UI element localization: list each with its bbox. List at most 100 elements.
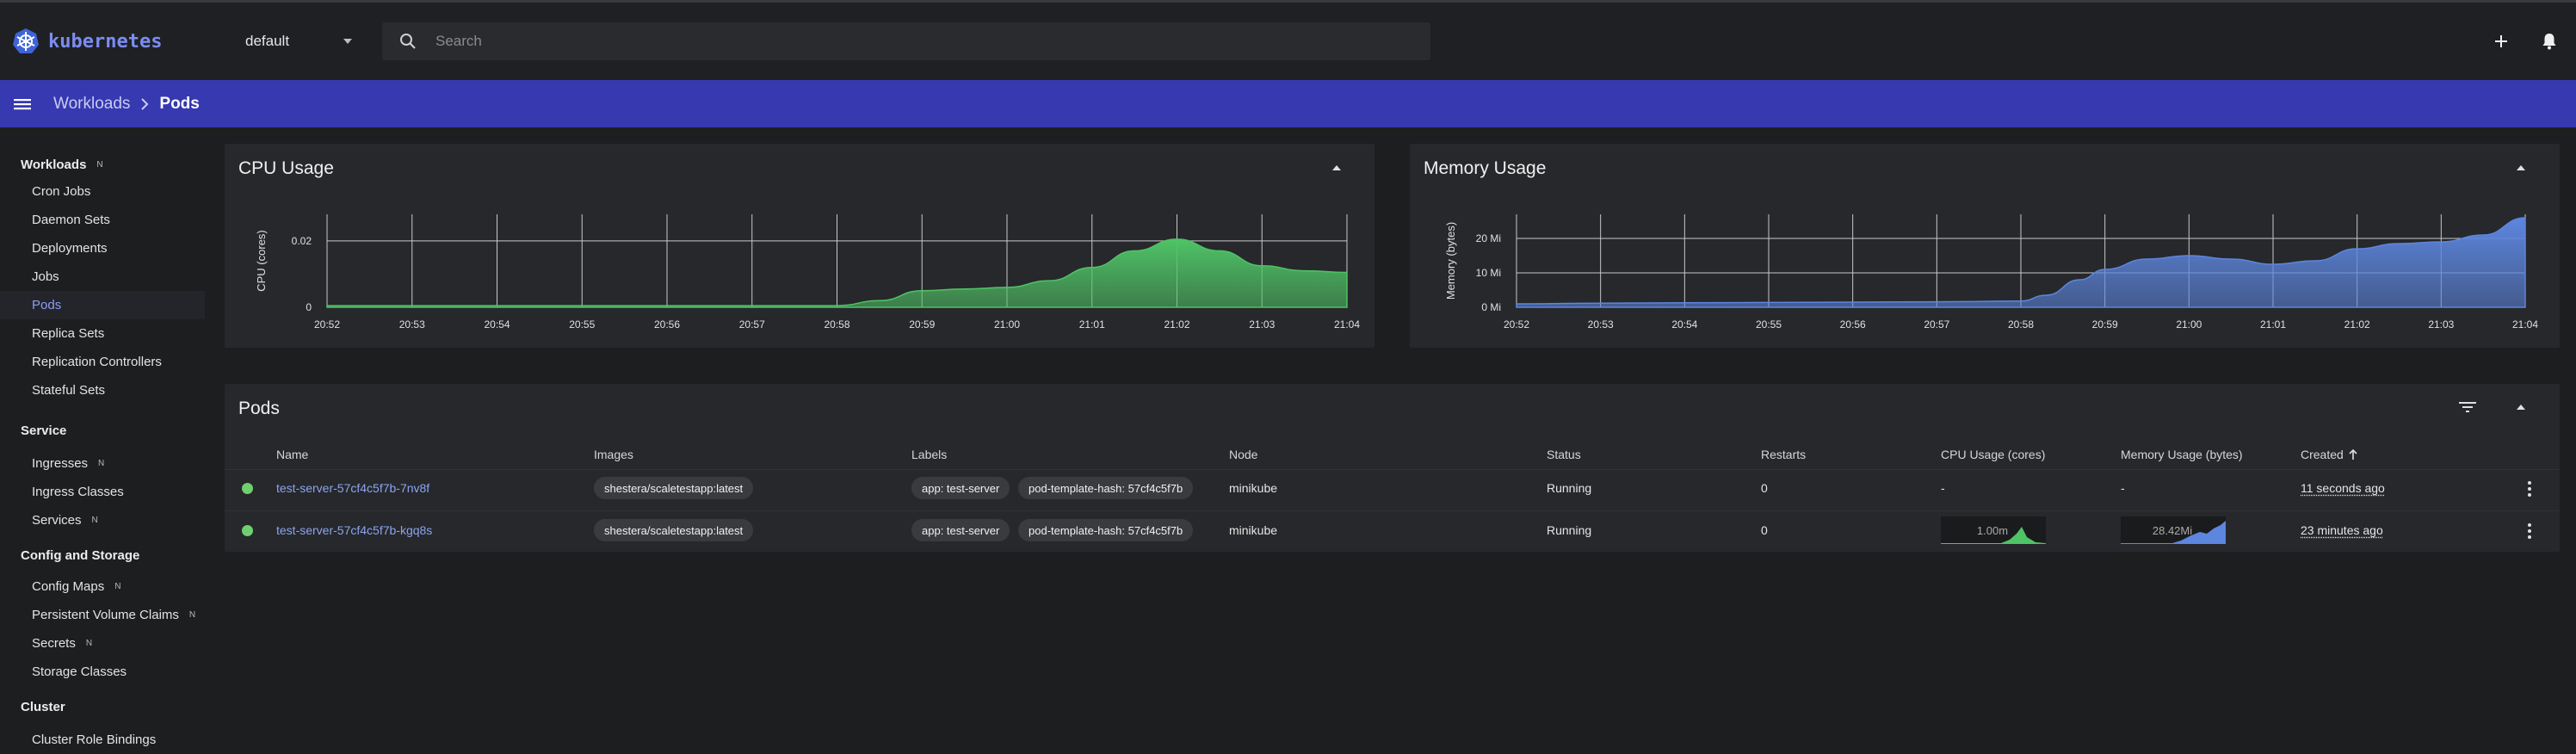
label-chip: pod-template-hash: 57cf4c5f7b: [1018, 519, 1193, 541]
column-header-node[interactable]: Node: [1229, 448, 1257, 461]
sidebar-item-deployments[interactable]: Deployments: [0, 234, 205, 263]
column-header-restarts[interactable]: Restarts: [1761, 448, 1806, 461]
y-tick-label: 20 Mi: [1476, 232, 1501, 244]
sidebar-item-label: Cluster Role Bindings: [32, 732, 156, 747]
cpu-usage-card: CPU Usage 20:5220:5320:5420:5520:5620:57…: [225, 144, 1374, 348]
memory-sparkline-label: 28.42Mi: [2153, 524, 2192, 537]
x-tick-label: 20:59: [909, 318, 935, 331]
new-badge: N: [86, 639, 92, 648]
namespace-value: default: [245, 33, 289, 50]
x-tick-label: 21:03: [2428, 318, 2454, 331]
x-tick-label: 20:57: [1924, 318, 1949, 331]
sidebar-item-label: Cron Jobs: [32, 184, 90, 199]
sort-ascending-icon: [2349, 449, 2357, 460]
x-tick-label: 20:59: [2092, 318, 2118, 331]
add-icon[interactable]: [2493, 34, 2509, 49]
x-tick-label: 20:52: [1504, 318, 1529, 331]
sidebar-item-label: Daemon Sets: [32, 213, 110, 227]
x-tick-label: 20:54: [484, 318, 510, 331]
new-badge: N: [114, 582, 120, 591]
sidebar-item-jobs[interactable]: Jobs: [0, 263, 205, 291]
cpu-usage-chart: 20:5220:5320:5420:5520:5620:5720:5820:59…: [225, 144, 1374, 348]
new-badge: N: [98, 459, 104, 468]
sidebar-item-cron-jobs[interactable]: Cron Jobs: [0, 177, 205, 206]
y-tick-label: 10 Mi: [1476, 267, 1501, 279]
breadcrumb-workloads[interactable]: Workloads: [53, 95, 130, 114]
sidebar-item-label: Ingress Classes: [32, 485, 124, 499]
cpu-usage-value: -: [1941, 481, 1945, 495]
row-actions-kebab-icon[interactable]: [2528, 523, 2531, 539]
logo[interactable]: kubernetes: [12, 28, 232, 55]
sidebar-item-cluster-role-bindings[interactable]: Cluster Role Bindings: [0, 726, 205, 754]
sidebar-item-services[interactable]: ServicesN: [0, 506, 205, 535]
sidebar-item-pods[interactable]: Pods: [0, 291, 205, 319]
sidebar-item-replication-controllers[interactable]: Replication Controllers: [0, 348, 205, 376]
sidebar-section-config-and-storage[interactable]: Config and Storage: [21, 548, 139, 563]
column-header-name[interactable]: Name: [276, 448, 308, 461]
y-tick-label: 0: [306, 301, 312, 313]
column-header-created[interactable]: Created: [2301, 448, 2357, 461]
pods-card-title: Pods: [238, 399, 280, 419]
x-tick-label: 20:57: [739, 318, 765, 331]
sidebar-item-daemon-sets[interactable]: Daemon Sets: [0, 206, 205, 234]
dropdown-arrow-icon: [343, 38, 353, 45]
sidebar-item-label: Services: [32, 513, 82, 528]
new-badge: N: [96, 160, 102, 170]
node-value[interactable]: minikube: [1229, 523, 1277, 537]
search-bar[interactable]: [382, 22, 1430, 60]
x-tick-label: 21:01: [2260, 318, 2286, 331]
sidebar-section-cluster[interactable]: Cluster: [21, 700, 65, 714]
column-header-labels: Labels: [911, 448, 947, 461]
sidebar-item-persistent-volume-claims[interactable]: Persistent Volume ClaimsN: [0, 601, 205, 629]
row-actions-kebab-icon[interactable]: [2528, 481, 2531, 497]
x-tick-label: 21:01: [1079, 318, 1105, 331]
sidebar-item-label: Storage Classes: [32, 664, 127, 679]
section-label: Cluster: [21, 700, 65, 714]
filter-icon[interactable]: [2459, 401, 2476, 413]
x-tick-label: 21:03: [1249, 318, 1275, 331]
restarts-value: 0: [1761, 523, 1768, 537]
pod-name-link[interactable]: test-server-57cf4c5f7b-7nv8f: [276, 481, 429, 495]
section-label: Workloads: [21, 158, 86, 172]
sidebar-item-replica-sets[interactable]: Replica Sets: [0, 319, 205, 348]
sidebar-item-label: Secrets: [32, 636, 76, 651]
sidebar-item-label: Ingresses: [32, 456, 88, 471]
sidebar-item-label: Pods: [32, 298, 61, 312]
y-tick-label: 0 Mi: [1481, 301, 1501, 313]
x-tick-label: 20:56: [1840, 318, 1866, 331]
sidebar-item-stateful-sets[interactable]: Stateful Sets: [0, 376, 205, 405]
sidebar-section-workloads[interactable]: Workloads N: [21, 158, 103, 172]
pod-name-link[interactable]: test-server-57cf4c5f7b-kgq8s: [276, 523, 432, 537]
column-header-created-label: Created: [2301, 448, 2344, 461]
sidebar-item-label: Jobs: [32, 269, 59, 284]
namespace-select[interactable]: default: [232, 22, 365, 60]
x-tick-label: 20:52: [314, 318, 340, 331]
sidebar-item-storage-classes[interactable]: Storage Classes: [0, 658, 205, 686]
status-value: Running: [1547, 523, 1591, 537]
collapse-caret-icon[interactable]: [2517, 405, 2525, 410]
sidebar-item-label: Replica Sets: [32, 326, 104, 341]
column-header-status[interactable]: Status: [1547, 448, 1581, 461]
breadcrumb-pods: Pods: [159, 95, 199, 114]
sidebar: Workloads N Cron Jobs Daemon Sets Deploym…: [0, 127, 205, 752]
sidebar-item-label: Deployments: [32, 241, 108, 256]
sidebar-item-ingress-classes[interactable]: Ingress Classes: [0, 478, 205, 506]
menu-hamburger-icon[interactable]: [14, 97, 31, 111]
sidebar-section-service[interactable]: Service: [21, 423, 66, 438]
cpu-sparkline-label: 1.00m: [1977, 524, 2008, 537]
notifications-bell-icon[interactable]: [2542, 33, 2557, 50]
sidebar-item-config-maps[interactable]: Config MapsN: [0, 572, 205, 601]
node-value[interactable]: minikube: [1229, 481, 1277, 495]
sidebar-item-ingresses[interactable]: Ingresses N: [0, 449, 205, 478]
pods-table-card: Pods Name Images Labels Node Status Rest…: [225, 384, 2560, 552]
column-header-memory-usage: Memory Usage (bytes): [2121, 448, 2243, 461]
x-tick-label: 21:04: [2512, 318, 2538, 331]
search-input[interactable]: [436, 33, 1382, 50]
x-tick-label: 20:53: [399, 318, 425, 331]
x-tick-label: 21:02: [2344, 318, 2370, 331]
x-tick-label: 21:00: [994, 318, 1020, 331]
row-divider: [225, 469, 2559, 470]
x-tick-label: 21:00: [2176, 318, 2202, 331]
sidebar-item-secrets[interactable]: Secrets N: [0, 629, 205, 658]
created-value: 23 minutes ago: [2301, 523, 2383, 537]
